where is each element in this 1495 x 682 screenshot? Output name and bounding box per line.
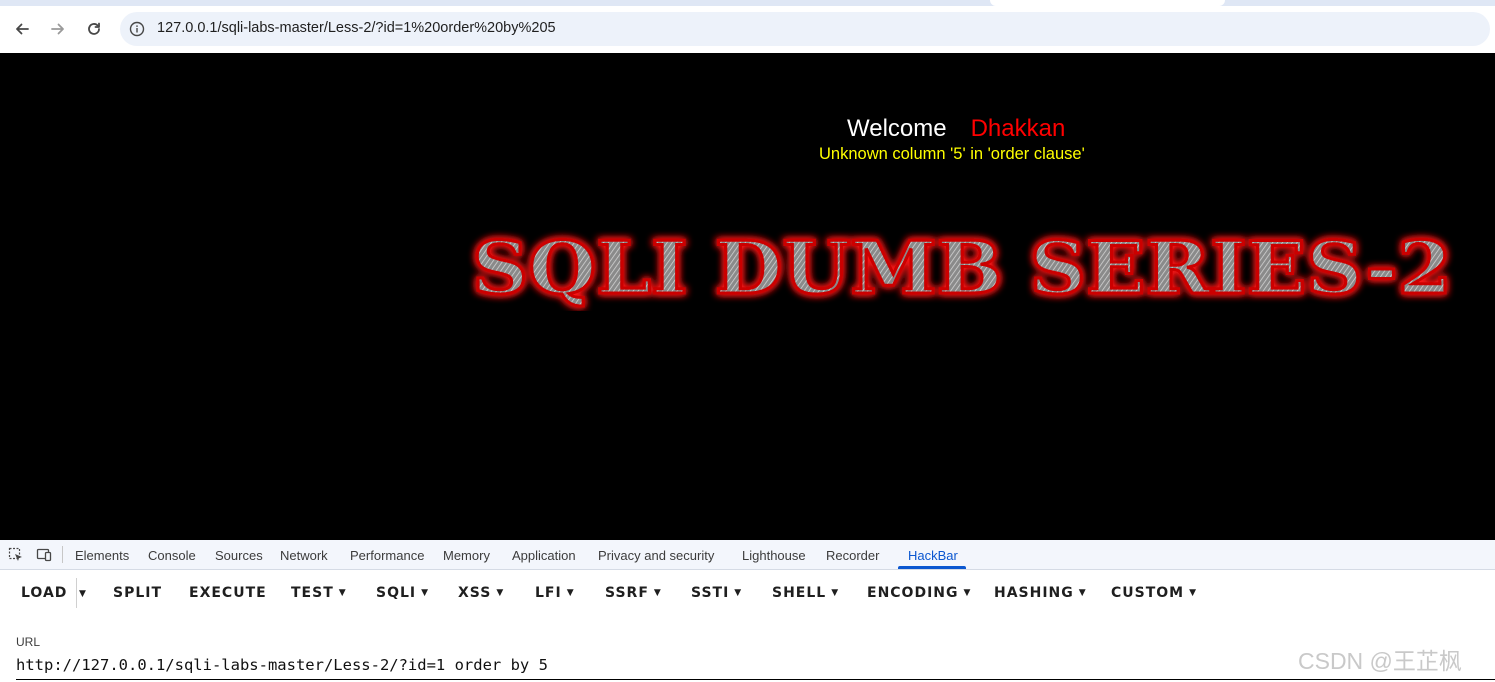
device-toolbar-icon[interactable] (36, 547, 52, 563)
active-tab-indicator (898, 566, 966, 569)
back-arrow-icon (16, 23, 29, 35)
tab-network[interactable]: Network (280, 548, 328, 563)
tab-hackbar[interactable]: HackBar (908, 548, 958, 563)
custom-menu[interactable]: CUSTOM ▼ (1111, 585, 1197, 601)
load-divider (76, 578, 77, 608)
load-button[interactable]: LOAD (21, 585, 67, 601)
xss-menu[interactable]: XSS ▼ (458, 585, 504, 601)
browser-toolbar: 127.0.0.1/sqli-labs-master/Less-2/?id=1%… (0, 6, 1495, 52)
sqli-menu-label: SQLI (376, 585, 417, 601)
test-menu[interactable]: TEST ▼ (291, 585, 347, 601)
chevron-down-icon: ▼ (338, 588, 347, 598)
ssrf-menu-label: SSRF (605, 585, 649, 601)
custom-menu-label: CUSTOM (1111, 585, 1185, 601)
xss-menu-label: XSS (458, 585, 492, 601)
devtools-tab-bar: Elements Console Sources Network Perform… (0, 540, 1495, 570)
encoding-menu[interactable]: ENCODING ▼ (867, 585, 971, 601)
chevron-down-icon: ▼ (566, 588, 575, 598)
chevron-down-icon: ▼ (1189, 588, 1198, 598)
site-info-icon[interactable] (129, 21, 145, 37)
load-options-dropdown[interactable]: ▼ (79, 584, 87, 600)
tab-recorder[interactable]: Recorder (826, 548, 879, 563)
sql-error-message: Unknown column '5' in 'order clause' (819, 145, 1085, 163)
chevron-down-icon: ▼ (653, 588, 662, 598)
encoding-menu-label: ENCODING (867, 585, 959, 601)
url-input-underline (16, 679, 1495, 680)
chevron-down-icon: ▼ (496, 588, 505, 598)
chevron-down-icon: ▼ (1078, 588, 1087, 598)
execute-button[interactable]: EXECUTE (189, 585, 267, 601)
address-bar-url[interactable]: 127.0.0.1/sqli-labs-master/Less-2/?id=1%… (157, 20, 556, 36)
username-text: Dhakkan (970, 115, 1066, 142)
reload-button[interactable] (81, 16, 107, 42)
csdn-watermark: CSDN @王芷枫 (1298, 648, 1462, 674)
inspect-element-icon[interactable] (8, 547, 24, 563)
lfi-menu[interactable]: LFI ▼ (535, 585, 575, 601)
chevron-down-icon: ▼ (79, 589, 87, 599)
chevron-down-icon: ▼ (421, 588, 430, 598)
tab-performance[interactable]: Performance (350, 548, 424, 563)
back-button[interactable] (9, 16, 35, 42)
tab-elements[interactable]: Elements (75, 548, 129, 563)
reload-icon (88, 22, 100, 35)
hackbar-panel: LOAD ▼ SPLIT EXECUTE TEST ▼ SQLI ▼ XSS ▼ LF… (0, 570, 1495, 682)
shell-menu[interactable]: SHELL ▼ (772, 585, 839, 601)
banner-title: SQLI DUMB SERIES-2 (472, 225, 1452, 310)
address-bar[interactable]: 127.0.0.1/sqli-labs-master/Less-2/?id=1%… (120, 12, 1490, 46)
lfi-menu-label: LFI (535, 585, 562, 601)
welcome-text: Welcome (847, 115, 947, 142)
hashing-menu[interactable]: HASHING ▼ (994, 585, 1087, 601)
welcome-line: Welcome Dhakkan (847, 115, 1065, 143)
devtools-separator (62, 546, 63, 563)
page-viewport: Welcome Dhakkan Unknown column '5' in 'or… (0, 53, 1495, 540)
chevron-down-icon: ▼ (963, 588, 972, 598)
ssti-menu[interactable]: SSTI ▼ (691, 585, 742, 601)
url-field-label: URL (16, 635, 41, 649)
tab-sources[interactable]: Sources (215, 548, 263, 563)
tab-application[interactable]: Application (512, 548, 576, 563)
tab-privacy-and-security[interactable]: Privacy and security (598, 548, 714, 563)
split-button[interactable]: SPLIT (113, 585, 162, 601)
forward-arrow-icon (51, 23, 64, 35)
chevron-down-icon: ▼ (734, 588, 743, 598)
forward-button[interactable] (45, 16, 71, 42)
tab-lighthouse[interactable]: Lighthouse (742, 548, 806, 563)
ssti-menu-label: SSTI (691, 585, 730, 601)
sqli-menu[interactable]: SQLI ▼ (376, 585, 429, 601)
url-input[interactable]: http://127.0.0.1/sqli-labs-master/Less-2… (16, 656, 548, 674)
test-menu-label: TEST (291, 585, 334, 601)
hashing-menu-label: HASHING (994, 585, 1074, 601)
ssrf-menu[interactable]: SSRF ▼ (605, 585, 662, 601)
tab-console[interactable]: Console (148, 548, 196, 563)
tab-memory[interactable]: Memory (443, 548, 490, 563)
shell-menu-label: SHELL (772, 585, 827, 601)
chevron-down-icon: ▼ (831, 588, 840, 598)
sqli-banner-image: SQLI DUMB SERIES-2 (471, 224, 1454, 312)
